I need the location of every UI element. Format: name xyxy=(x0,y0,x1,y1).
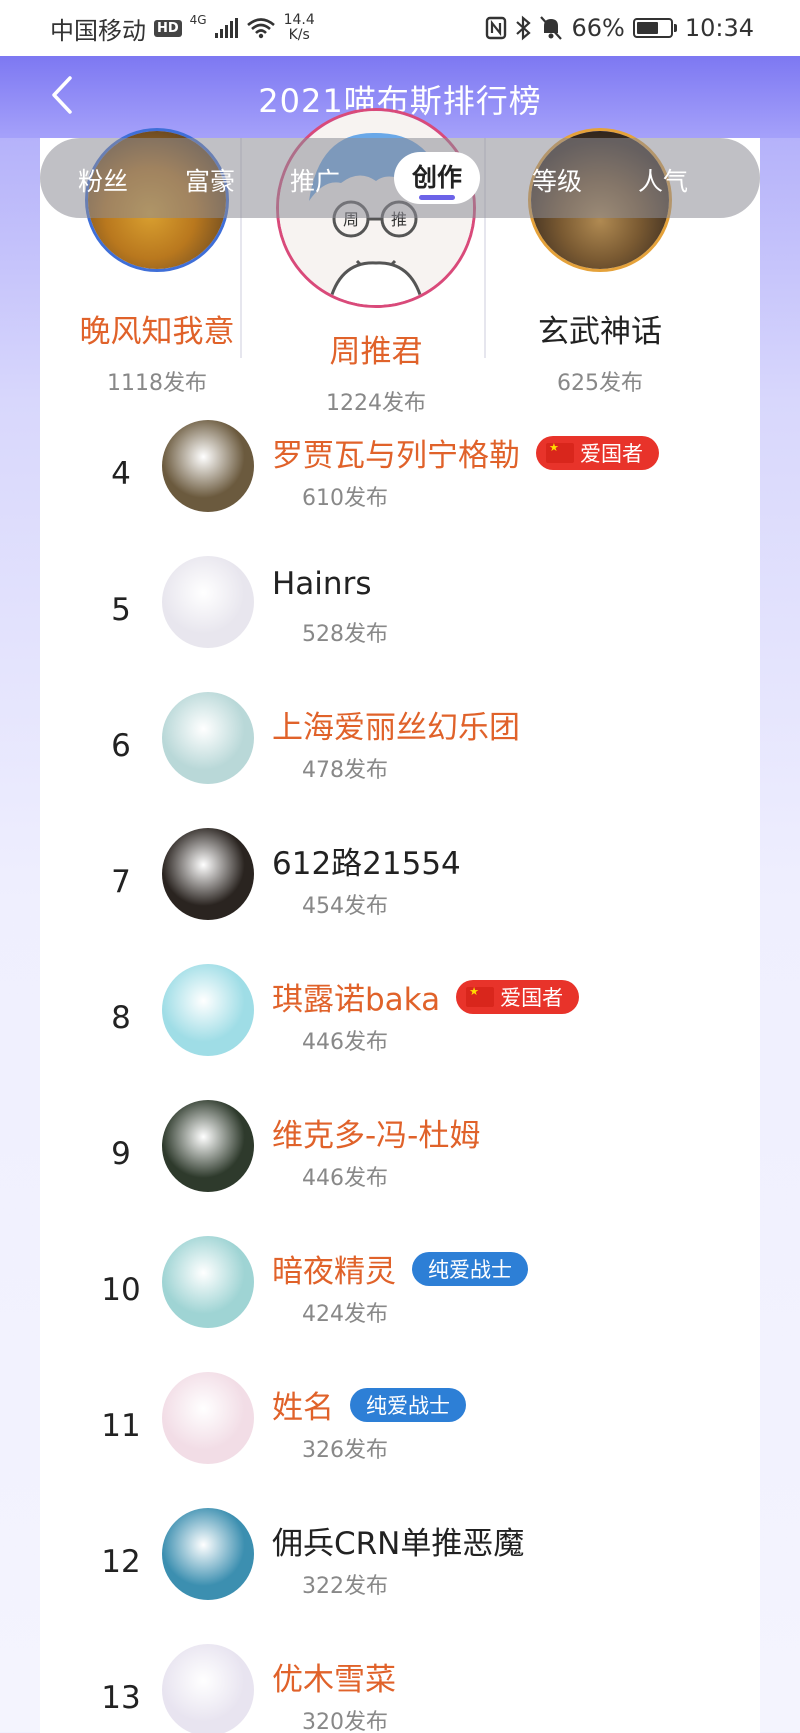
podium-name: 晚风知我意 xyxy=(79,314,235,350)
badge-label: 爱国者 xyxy=(580,441,643,466)
speed-unit: K/s xyxy=(288,27,310,43)
avatar xyxy=(162,1100,254,1192)
category-tabs: 粉丝 富豪 推广 创作 等级 人气 xyxy=(40,138,760,218)
post-count: 454发布 xyxy=(302,894,388,919)
tab-creation[interactable]: 创作 xyxy=(394,152,481,204)
tab-promotion[interactable]: 推广 xyxy=(290,162,340,198)
user-name-text: 佣兵CRN单推恶魔 xyxy=(272,1526,525,1562)
user-name-text: 上海爱丽丝幻乐团 xyxy=(272,710,520,746)
user-name-text: 暗夜精灵 xyxy=(272,1254,396,1290)
post-count: 446发布 xyxy=(302,1166,388,1191)
user-name: 琪露诺baka 爱国者 xyxy=(272,974,580,1019)
avatar xyxy=(162,1508,254,1600)
carrier-label: 中国移动 xyxy=(50,16,146,45)
tab-active-indicator xyxy=(419,195,455,200)
user-name-text: 琪露诺baka xyxy=(272,982,441,1018)
status-left: 中国移动 HD 4G 14.4 K/s xyxy=(50,11,315,46)
user-name: 姓名 纯爱战士 xyxy=(272,1382,466,1427)
patriot-badge: 爱国者 xyxy=(536,435,659,470)
podium-name: 玄武神话 xyxy=(538,314,662,350)
user-name-text: 维克多-冯-杜姆 xyxy=(272,1118,481,1154)
list-item[interactable]: 10 暗夜精灵 纯爱战士 424发布 xyxy=(40,1236,760,1372)
list-item[interactable]: 12 佣兵CRN单推恶魔 322发布 xyxy=(40,1508,760,1644)
avatar xyxy=(162,692,254,784)
podium-count: 625发布 xyxy=(557,371,643,396)
user-name: 维克多-冯-杜姆 xyxy=(272,1110,480,1155)
podium-count: 1224发布 xyxy=(326,391,426,416)
bluetooth-icon xyxy=(516,15,532,41)
tab-level[interactable]: 等级 xyxy=(532,162,582,198)
status-bar: 中国移动 HD 4G 14.4 K/s 66% 10:34 xyxy=(0,0,800,56)
pure-love-badge: 纯爱战士 xyxy=(412,1251,528,1286)
user-name: 上海爱丽丝幻乐团 xyxy=(272,702,520,747)
badge-label: 纯爱战士 xyxy=(428,1257,512,1282)
user-name-text: 优木雪菜 xyxy=(272,1662,396,1698)
pure-love-badge: 纯爱战士 xyxy=(350,1387,466,1422)
user-name: 佣兵CRN单推恶魔 xyxy=(272,1518,524,1563)
post-count: 478发布 xyxy=(302,758,388,783)
patriot-badge: 爱国者 xyxy=(456,979,580,1014)
user-name-text: 612路21554 xyxy=(272,846,461,882)
china-flag-icon xyxy=(546,441,574,463)
network-speed: 14.4 K/s xyxy=(284,13,315,43)
user-name: 暗夜精灵 纯爱战士 xyxy=(272,1246,528,1291)
user-name: 612路21554 xyxy=(272,838,461,883)
user-name-text: 姓名 xyxy=(272,1390,334,1426)
status-right: 66% 10:34 xyxy=(485,14,754,42)
speed-value: 14.4 xyxy=(283,12,315,28)
list-item[interactable]: 9 维克多-冯-杜姆 446发布 xyxy=(40,1100,760,1236)
user-name: 优木雪菜 xyxy=(272,1654,396,1699)
podium-count: 1118发布 xyxy=(107,371,207,396)
battery-percent: 66% xyxy=(571,14,625,42)
user-name-text: 罗贾瓦与列宁格勒 xyxy=(272,438,520,474)
post-count: 424发布 xyxy=(302,1302,388,1327)
list-item[interactable]: 11 姓名 纯爱战士 326发布 xyxy=(40,1372,760,1508)
user-name: 罗贾瓦与列宁格勒 爱国者 xyxy=(272,430,659,475)
battery-icon xyxy=(632,18,677,38)
post-count: 320发布 xyxy=(302,1710,388,1733)
list-item[interactable]: 7 612路21554 454发布 xyxy=(40,828,760,964)
list-item[interactable]: 5 Hainrs 528发布 xyxy=(40,556,760,692)
hd-icon: HD xyxy=(154,19,182,37)
clock: 10:34 xyxy=(684,14,754,42)
avatar xyxy=(162,556,254,648)
post-count: 322发布 xyxy=(302,1574,388,1599)
tab-creation-label: 创作 xyxy=(412,163,463,192)
user-name-text: Hainrs xyxy=(272,566,372,602)
list-item[interactable]: 13 优木雪菜 320发布 xyxy=(40,1644,760,1733)
podium-name: 周推君 xyxy=(329,334,423,370)
post-count: 446发布 xyxy=(302,1030,388,1055)
post-count: 528发布 xyxy=(302,622,388,647)
avatar xyxy=(162,420,254,512)
badge-label: 纯爱战士 xyxy=(366,1393,450,1418)
badge-label: 爱国者 xyxy=(500,985,564,1010)
signal-icon xyxy=(214,18,238,38)
avatar xyxy=(162,828,254,920)
avatar xyxy=(162,964,254,1056)
tab-popularity[interactable]: 人气 xyxy=(638,162,688,198)
nfc-icon xyxy=(486,16,507,40)
avatar xyxy=(162,1236,254,1328)
china-flag-icon xyxy=(466,985,495,1007)
user-name: Hainrs xyxy=(272,566,371,602)
list-item[interactable]: 8琪露诺baka爱国者446发布 xyxy=(40,964,760,1100)
list-item[interactable]: 6 上海爱丽丝幻乐团 478发布 xyxy=(40,692,760,828)
post-count: 610发布 xyxy=(302,486,388,511)
mute-bell-icon xyxy=(540,16,563,40)
list-item[interactable]: 4罗贾瓦与列宁格勒爱国者610发布 xyxy=(40,420,760,556)
avatar xyxy=(162,1372,254,1464)
network-type: 4G xyxy=(189,13,207,27)
tab-fans[interactable]: 粉丝 xyxy=(78,162,128,198)
tab-rich[interactable]: 富豪 xyxy=(185,162,235,198)
avatar xyxy=(162,1644,254,1733)
wifi-icon xyxy=(246,18,275,39)
post-count: 326发布 xyxy=(302,1438,388,1463)
